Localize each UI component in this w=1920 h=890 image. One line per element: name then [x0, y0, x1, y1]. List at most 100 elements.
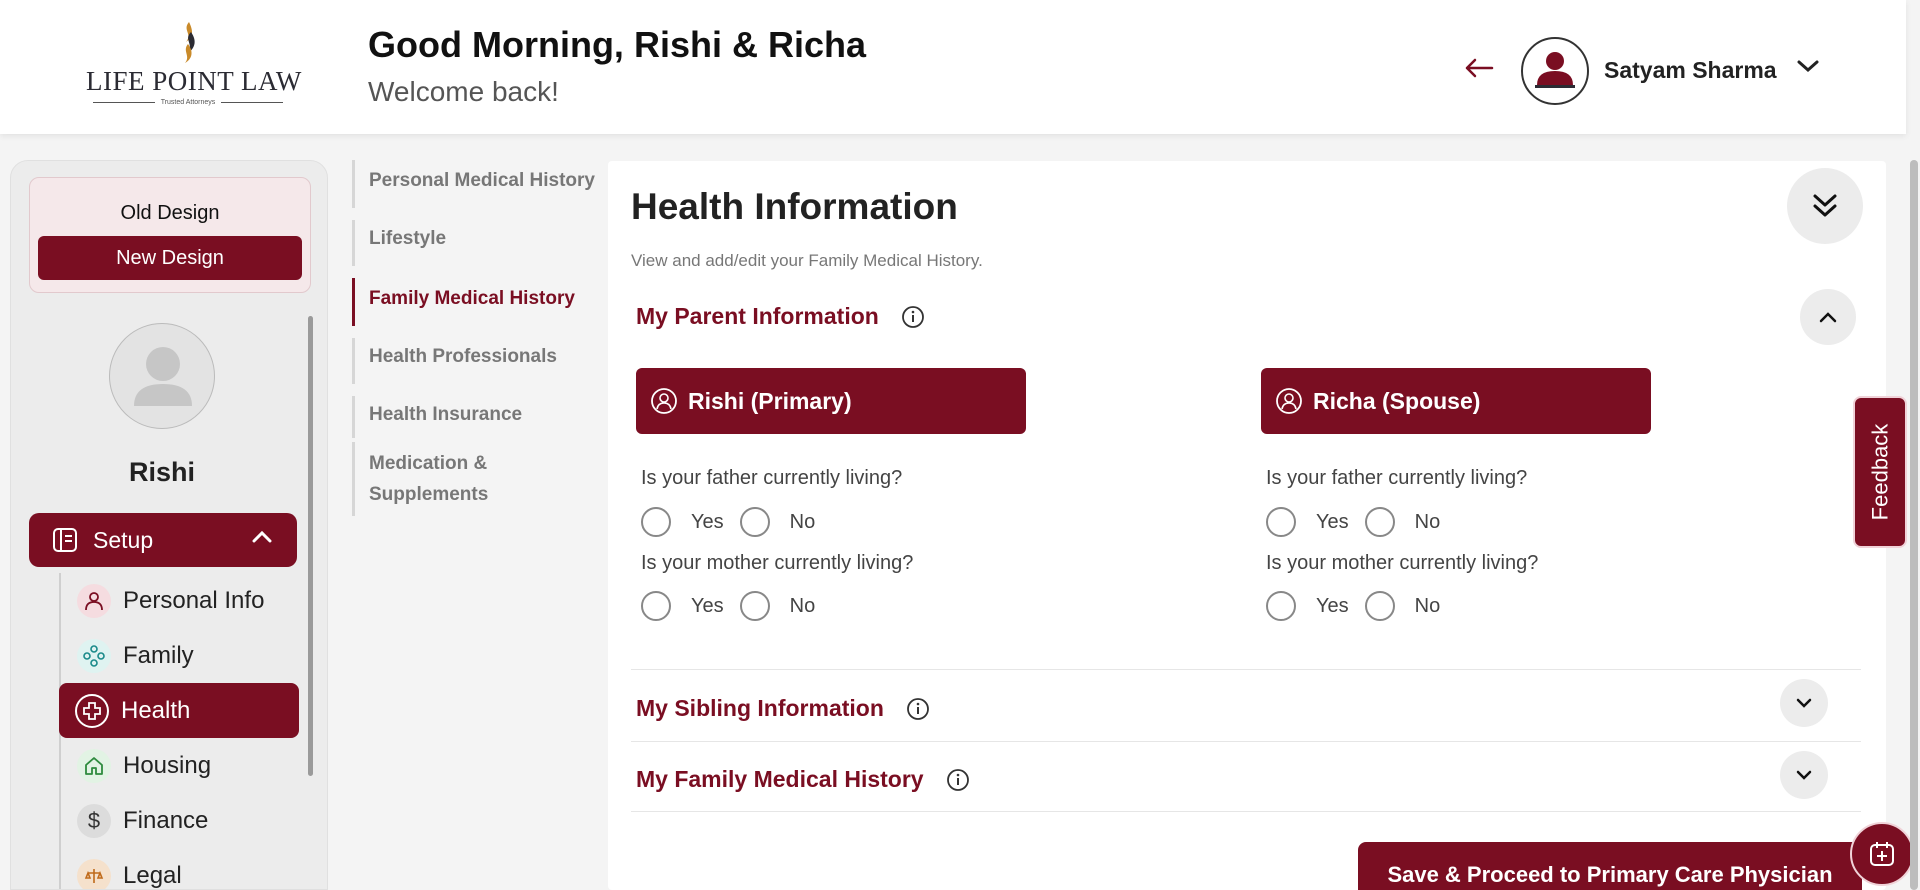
mother-yes-radio[interactable] [641, 591, 671, 621]
subnav-health-professionals[interactable]: Health Professionals [352, 338, 606, 384]
page-scrollbar[interactable] [1910, 160, 1918, 890]
radio-label-no: No [789, 594, 816, 617]
page-title: Health Information [631, 186, 958, 227]
sidebar-item-legal[interactable]: Legal [61, 848, 321, 889]
family-history-section-toggle[interactable] [1780, 751, 1828, 799]
mother-living-options: Yes No [641, 591, 831, 621]
document-icon [53, 528, 77, 552]
father-no-radio[interactable] [739, 507, 770, 537]
spouse-mother-yes-radio[interactable] [1266, 591, 1296, 621]
user-avatar-icon [1535, 52, 1575, 88]
old-design-button[interactable]: Old Design [30, 202, 310, 225]
sidebar-item-label: Family [123, 641, 194, 669]
logo-tagline: Trusted Attorneys [86, 99, 290, 106]
calendar-plus-icon [1870, 842, 1894, 866]
subnav-lifestyle[interactable]: Lifestyle [352, 220, 606, 266]
person-circle-icon [651, 388, 677, 414]
logo-flame-icon [185, 22, 195, 63]
profile-name: Rishi [128, 457, 195, 487]
sidebar-item-family[interactable]: Family [61, 628, 321, 683]
feedback-label: Feedback [1867, 423, 1892, 521]
info-icon[interactable] [946, 768, 970, 792]
page-subtitle: View and add/edit your Family Medical Hi… [631, 251, 983, 270]
section-divider [631, 811, 1861, 812]
profile-avatar[interactable] [109, 323, 215, 429]
sidebar-item-personal-info[interactable]: Personal Info [61, 573, 321, 628]
chevron-down-icon [1796, 698, 1812, 708]
left-sidebar: Old Design New Design Rishi Setup Person… [10, 160, 328, 890]
sibling-section-toggle[interactable] [1780, 679, 1828, 727]
top-header: LIFE POINT LAW Trusted Attorneys Good Mo… [0, 0, 1906, 134]
section-divider [631, 741, 1861, 742]
section-family-medical-history[interactable]: My Family Medical History [636, 766, 970, 793]
person-icon [77, 583, 111, 618]
radio-label-yes: Yes [1316, 594, 1349, 617]
sidebar-item-label: Legal [123, 861, 182, 889]
sidebar-item-label: Personal Info [123, 586, 265, 614]
radio-label-no: No [1414, 510, 1441, 533]
radio-label-yes: Yes [691, 594, 724, 617]
setup-submenu: Personal Info Family Health Housing $ Fi… [59, 573, 321, 889]
subnav-family-medical-history[interactable]: Family Medical History [352, 278, 606, 326]
save-proceed-button[interactable]: Save & Proceed to Primary Care Physician [1358, 842, 1862, 890]
legal-icon [77, 858, 111, 889]
section-title: My Family Medical History [636, 766, 924, 792]
health-subnav: Personal Medical History Lifestyle Famil… [352, 160, 606, 516]
health-plus-icon [75, 693, 109, 728]
subnav-personal-medical-history[interactable]: Personal Medical History [352, 160, 606, 208]
mother-living-question: Is your mother currently living? [641, 552, 914, 574]
person-name: Richa (Spouse) [1313, 387, 1481, 414]
new-design-button[interactable]: New Design [38, 236, 302, 280]
person-header-spouse: Richa (Spouse) [1261, 368, 1651, 434]
father-yes-radio[interactable] [641, 507, 671, 537]
info-icon[interactable] [901, 305, 925, 329]
person-circle-icon [1276, 388, 1302, 414]
spouse-mother-no-radio[interactable] [1364, 591, 1395, 621]
user-name[interactable]: Satyam Sharma [1604, 57, 1777, 84]
sidebar-item-label: Housing [123, 751, 212, 779]
section-divider [631, 669, 1861, 670]
info-icon[interactable] [906, 697, 930, 721]
dollar-icon: $ [77, 803, 111, 838]
section-parent-information[interactable]: My Parent Information [636, 303, 925, 330]
chevron-down-icon [1796, 770, 1812, 780]
spouse-father-yes-radio[interactable] [1266, 507, 1296, 537]
design-switcher: Old Design New Design [29, 177, 311, 293]
subnav-medication-supplements[interactable]: Medication & Supplements [352, 442, 592, 516]
double-chevron-down-icon [1813, 194, 1837, 217]
subnav-health-insurance[interactable]: Health Insurance [352, 396, 606, 438]
user-avatar[interactable] [1521, 37, 1589, 105]
section-title: My Sibling Information [636, 695, 884, 721]
collapse-all-button[interactable] [1787, 168, 1863, 244]
spouse-father-living-options: Yes No [1266, 507, 1456, 537]
section-title: My Parent Information [636, 303, 879, 329]
radio-label-no: No [789, 510, 816, 533]
floating-action-button[interactable] [1850, 822, 1914, 886]
company-logo[interactable]: LIFE POINT LAW Trusted Attorneys [86, 20, 301, 112]
parent-section-toggle[interactable] [1800, 289, 1856, 345]
spouse-mother-living-question: Is your mother currently living? [1266, 552, 1539, 574]
greeting-title: Good Morning, Rishi & Richa [368, 24, 866, 65]
person-header-primary: Rishi (Primary) [636, 368, 1026, 434]
chevron-up-icon [1819, 312, 1837, 323]
chevron-down-icon[interactable] [1796, 58, 1820, 74]
sidebar-item-label: Health [121, 696, 191, 724]
sidebar-item-finance[interactable]: $ Finance [61, 793, 321, 848]
spouse-father-living-question: Is your father currently living? [1266, 467, 1528, 489]
greeting-subtitle: Welcome back! [368, 76, 559, 107]
sidebar-item-housing[interactable]: Housing [61, 738, 321, 793]
setup-menu-button[interactable]: Setup [29, 513, 297, 567]
person-name: Rishi (Primary) [688, 387, 852, 414]
radio-label-no: No [1414, 594, 1441, 617]
health-information-card: Health Information View and add/edit you… [608, 161, 1886, 890]
section-sibling-information[interactable]: My Sibling Information [636, 695, 930, 722]
feedback-tab[interactable]: Feedback [1853, 396, 1907, 548]
mother-no-radio[interactable] [739, 591, 770, 621]
father-living-question: Is your father currently living? [641, 467, 903, 489]
setup-label: Setup [93, 526, 154, 553]
family-icon [77, 638, 111, 673]
back-arrow-icon[interactable] [1464, 54, 1494, 84]
radio-label-yes: Yes [691, 510, 724, 533]
spouse-father-no-radio[interactable] [1364, 507, 1395, 537]
sidebar-item-health[interactable]: Health [59, 683, 299, 738]
